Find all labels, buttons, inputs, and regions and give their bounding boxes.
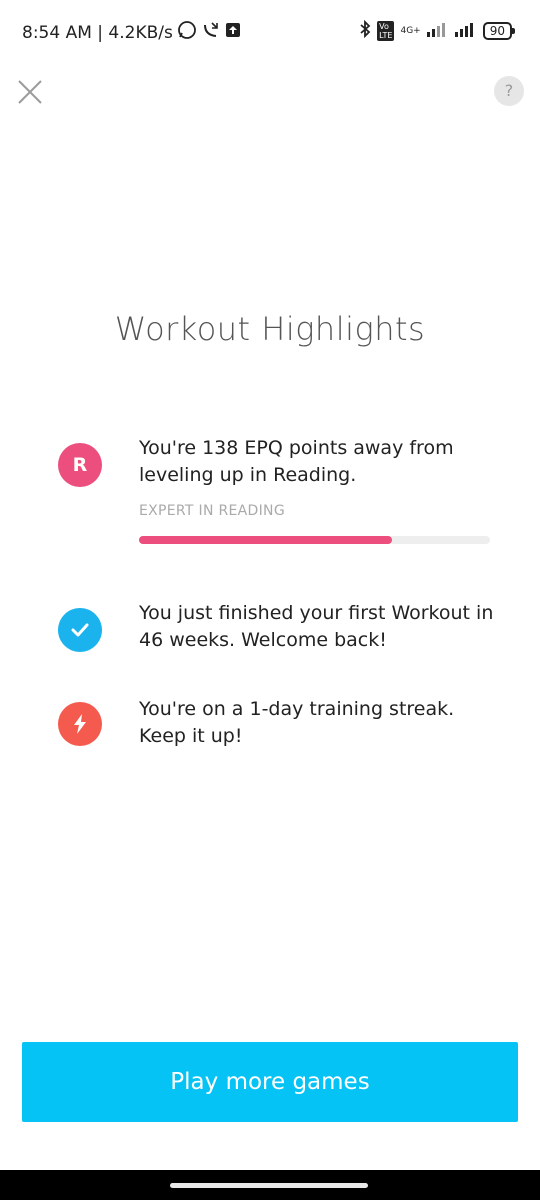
page-title: Workout Highlights xyxy=(114,310,426,348)
home-indicator[interactable] xyxy=(170,1183,368,1188)
navigation-bar xyxy=(0,1170,540,1200)
close-button[interactable] xyxy=(14,76,46,108)
status-time-speed: 8:54 AM | 4.2KB/s xyxy=(22,22,173,43)
workout-highlight-text: You just finished your first Workout in … xyxy=(139,602,494,651)
status-right: Vo LTE 4G+ 90 xyxy=(359,19,516,42)
upload-icon xyxy=(225,22,241,43)
play-more-games-button[interactable]: Play more games xyxy=(22,1042,518,1122)
volte-icon: Vo LTE xyxy=(377,21,395,41)
reading-progress-fill xyxy=(139,536,392,544)
check-icon xyxy=(58,608,102,652)
lightning-icon xyxy=(58,702,102,746)
whatsapp-icon xyxy=(177,20,197,45)
status-bar: 8:54 AM | 4.2KB/s Vo LTE 4G+ 90 xyxy=(0,0,540,62)
missed-call-icon xyxy=(201,20,221,45)
reading-level-label: EXPERT IN READING xyxy=(139,503,285,519)
reading-progress-bar xyxy=(139,536,490,544)
status-left: 8:54 AM | 4.2KB/s xyxy=(22,20,241,45)
network-label: 4G+ xyxy=(400,26,421,36)
signal-icon xyxy=(426,21,449,41)
bluetooth-icon xyxy=(359,19,371,42)
reading-badge-icon: R xyxy=(58,443,102,487)
streak-highlight-text: You're on a 1-day training streak. Keep … xyxy=(139,698,455,747)
signal-icon-2 xyxy=(454,21,477,41)
battery-indicator: 90 xyxy=(482,22,516,40)
reading-highlight-text: You're 138 EPQ points away from leveling… xyxy=(139,437,454,486)
help-button[interactable]: ? xyxy=(494,76,524,106)
close-icon xyxy=(18,80,42,104)
